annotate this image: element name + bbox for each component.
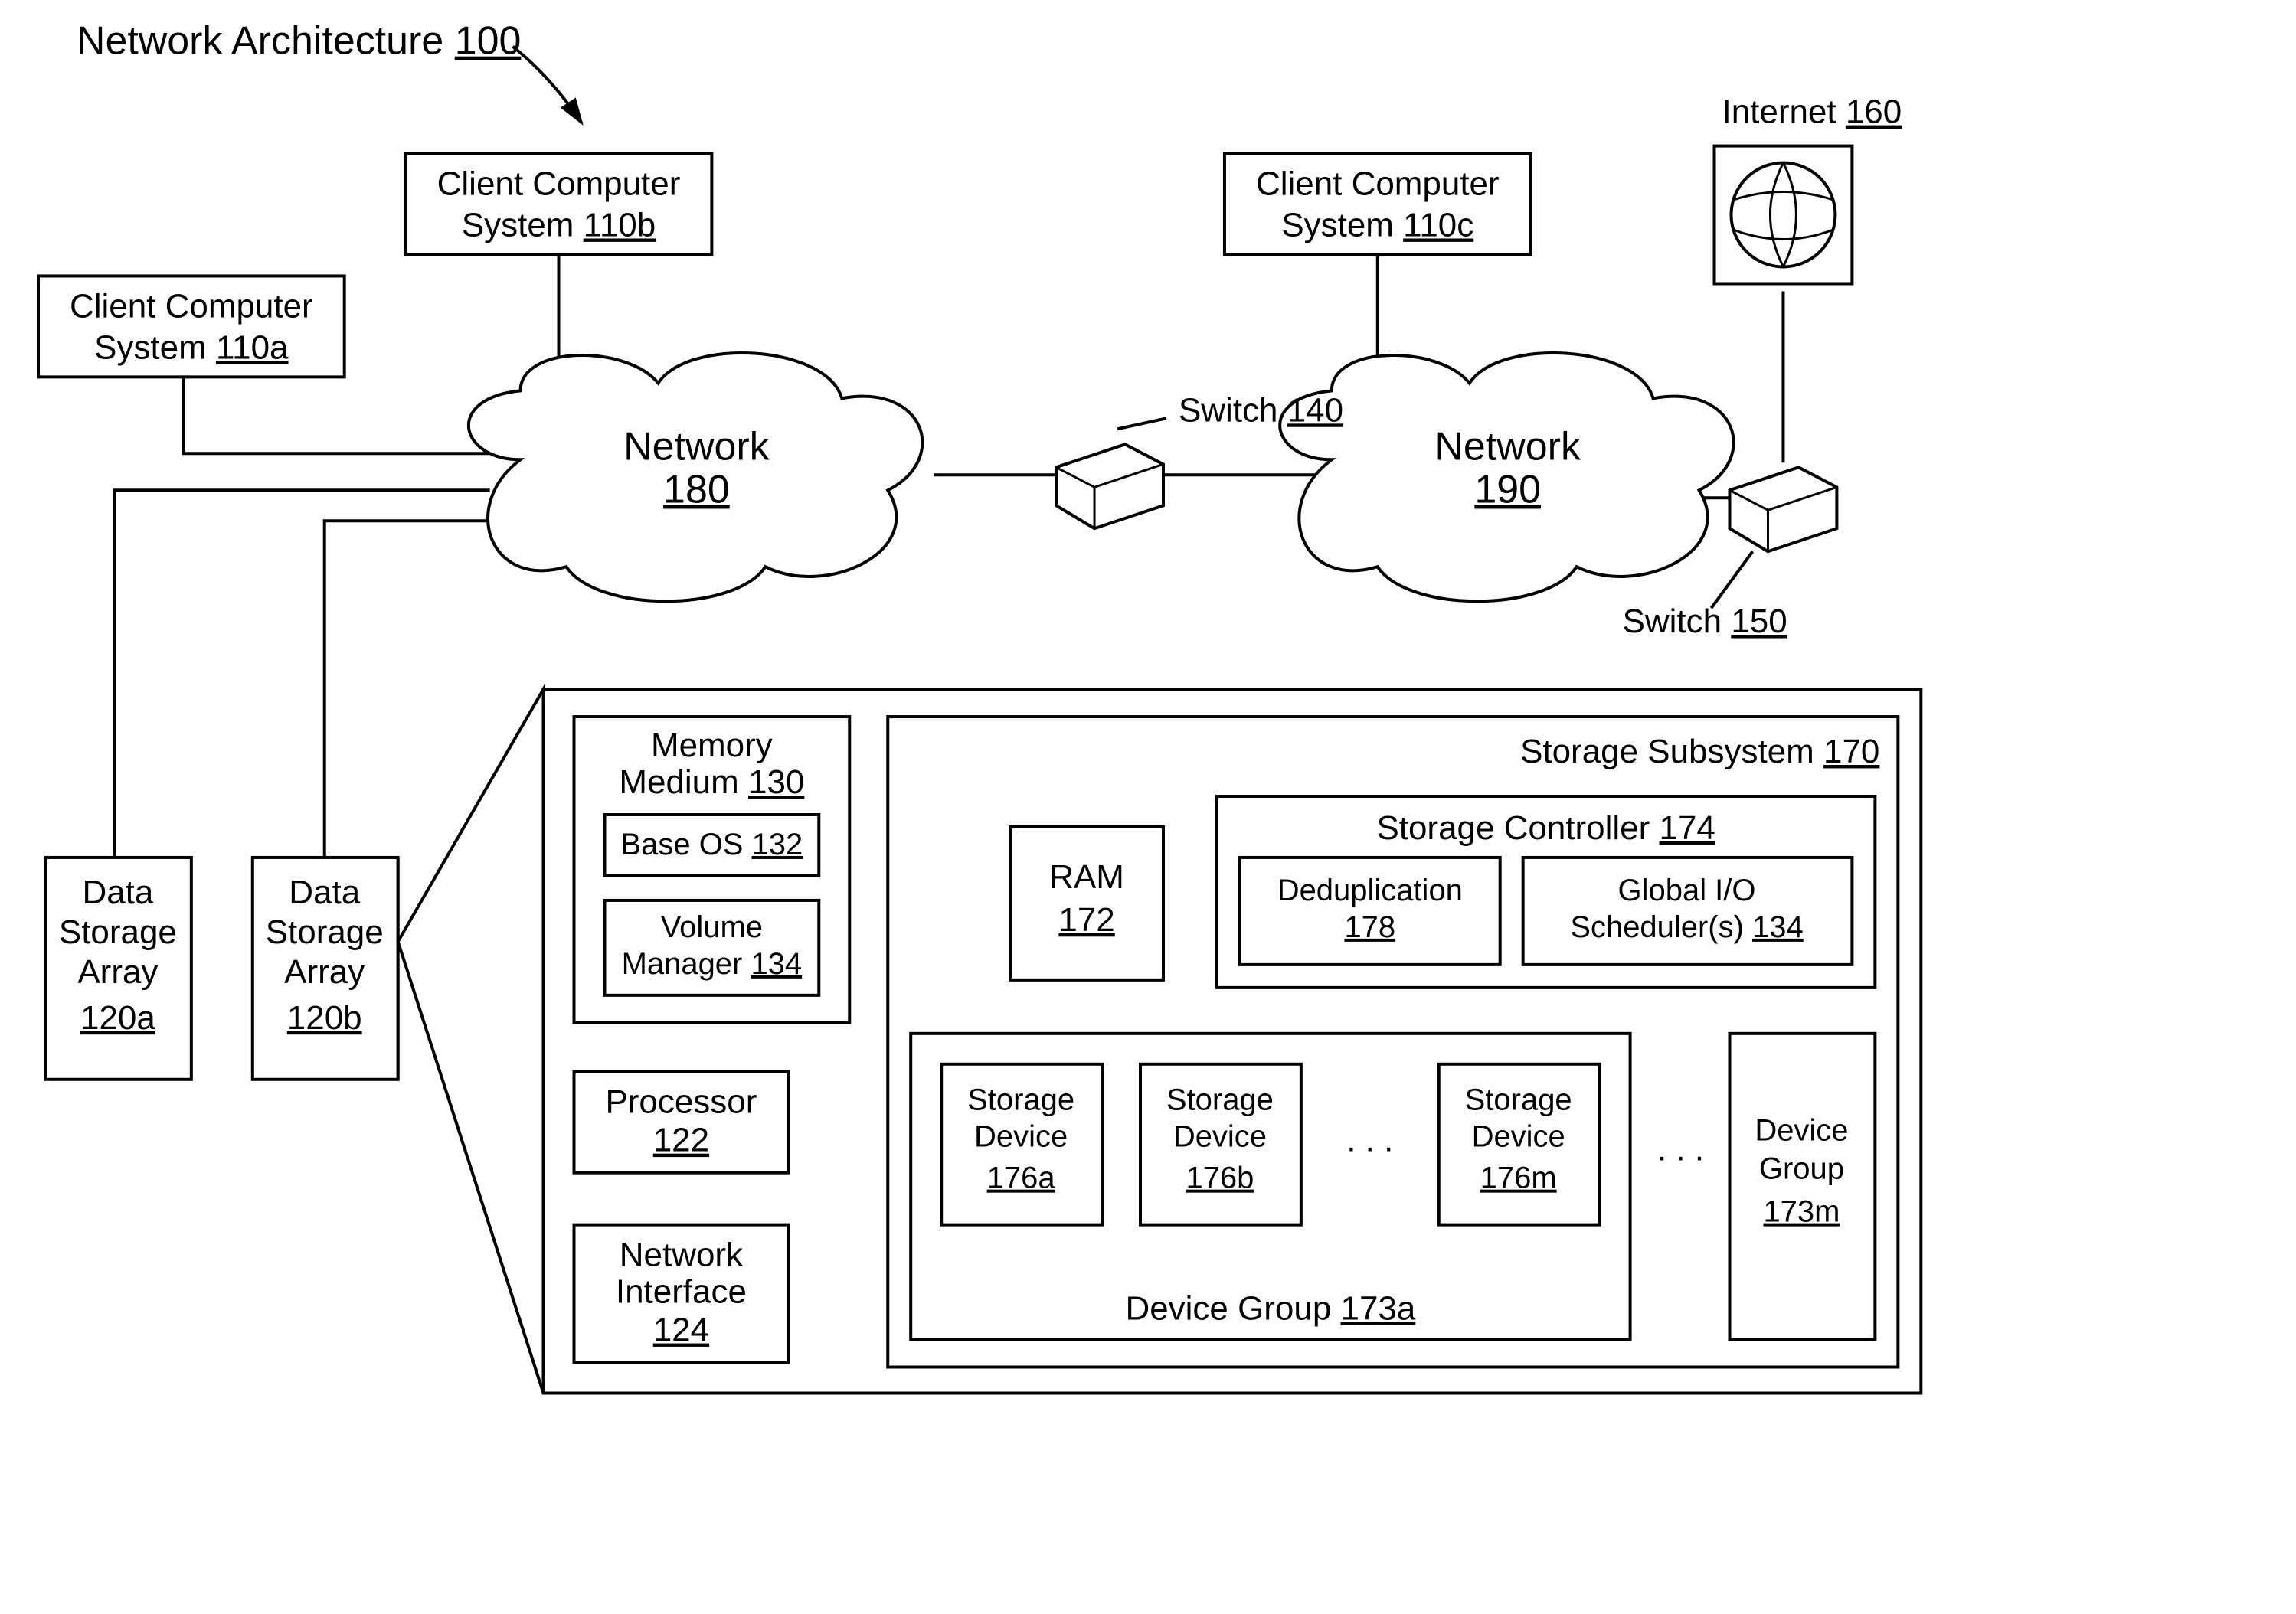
callout-wedge — [398, 689, 544, 1393]
network-190-cloud: Network 190 — [1280, 353, 1734, 601]
svg-text:Network: Network — [623, 424, 770, 469]
ellipsis-groups: . . . — [1657, 1131, 1704, 1168]
svg-text:Switch 150: Switch 150 — [1623, 603, 1787, 640]
ellipsis-devices: . . . — [1346, 1122, 1393, 1159]
svg-text:Data: Data — [289, 874, 360, 911]
svg-text:Network: Network — [620, 1237, 744, 1274]
svg-text:Storage: Storage — [1465, 1083, 1572, 1117]
svg-text:176b: 176b — [1186, 1161, 1254, 1195]
svg-text:Client Computer: Client Computer — [1256, 165, 1500, 203]
memory-medium: Memory Medium 130 Base OS 132 Volume Man… — [574, 717, 850, 1023]
svg-text:Array: Array — [284, 953, 365, 991]
processor: Processor 122 — [574, 1072, 789, 1173]
device-group-a: Device Group 173a Storage Device 176a St… — [911, 1034, 1630, 1340]
data-storage-array-a: Data Storage Array 120a — [46, 858, 191, 1080]
svg-text:RAM: RAM — [1049, 858, 1124, 896]
svg-text:Global I/O: Global I/O — [1618, 874, 1756, 907]
client-computer-b: Client Computer System 110b — [406, 154, 712, 255]
ram: RAM 172 — [1010, 827, 1163, 980]
svg-text:Deduplication: Deduplication — [1277, 874, 1463, 907]
data-storage-array-b: Data Storage Array 120b — [253, 858, 398, 1080]
svg-text:System 110a: System 110a — [94, 328, 289, 366]
svg-text:122: 122 — [653, 1122, 709, 1159]
svg-text:Medium 130: Medium 130 — [619, 763, 804, 801]
network-180-cloud: Network 180 — [469, 353, 923, 601]
svg-text:Volume: Volume — [661, 910, 763, 944]
svg-text:Client Computer: Client Computer — [70, 287, 313, 325]
diagram-title: Network Architecture 100 — [77, 19, 521, 64]
svg-text:Storage: Storage — [59, 913, 177, 951]
client-computer-c: Client Computer System 110c — [1225, 154, 1531, 255]
svg-text:System 110b: System 110b — [462, 206, 656, 243]
svg-text:120b: 120b — [287, 999, 362, 1037]
svg-text:Device: Device — [974, 1120, 1068, 1154]
svg-text:Storage Subsystem 170: Storage Subsystem 170 — [1520, 733, 1879, 770]
svg-text:Client Computer: Client Computer — [437, 165, 681, 203]
client-computer-a: Client Computer System 110a — [38, 276, 345, 377]
svg-text:Device: Device — [1173, 1120, 1267, 1154]
svg-text:Group: Group — [1759, 1152, 1844, 1186]
svg-text:180: 180 — [663, 467, 730, 511]
svg-text:Memory: Memory — [651, 727, 773, 764]
svg-text:120a: 120a — [80, 999, 155, 1037]
svg-text:Storage: Storage — [967, 1083, 1074, 1117]
svg-text:Manager 134: Manager 134 — [622, 947, 803, 981]
svg-text:173m: 173m — [1763, 1195, 1840, 1229]
svg-text:Storage: Storage — [1166, 1083, 1274, 1117]
device-group-m: Device Group 173m — [1729, 1034, 1875, 1340]
svg-text:Data: Data — [82, 874, 153, 911]
svg-text:Array: Array — [77, 953, 158, 991]
svg-text:Storage: Storage — [266, 913, 384, 951]
svg-text:Device: Device — [1472, 1120, 1565, 1154]
svg-text:Scheduler(s) 134: Scheduler(s) 134 — [1570, 910, 1803, 944]
svg-text:System 110c: System 110c — [1281, 206, 1473, 243]
svg-text:Switch 140: Switch 140 — [1179, 391, 1343, 429]
svg-text:124: 124 — [653, 1312, 709, 1349]
svg-text:190: 190 — [1474, 467, 1541, 511]
title-arrow — [513, 47, 582, 123]
svg-text:178: 178 — [1344, 910, 1395, 944]
svg-text:Processor: Processor — [605, 1083, 757, 1121]
svg-text:176m: 176m — [1480, 1161, 1557, 1195]
svg-text:Base OS 132: Base OS 132 — [621, 828, 803, 861]
svg-text:Network: Network — [1434, 424, 1581, 469]
svg-text:Interface: Interface — [616, 1273, 747, 1311]
internet-box: Internet 160 — [1715, 93, 1902, 284]
storage-controller: Storage Controller 174 Deduplication 178… — [1217, 796, 1875, 988]
svg-text:172: 172 — [1058, 901, 1114, 939]
network-interface: Network Interface 124 — [574, 1225, 789, 1363]
svg-text:176a: 176a — [987, 1161, 1056, 1195]
svg-text:Storage Controller 174: Storage Controller 174 — [1376, 809, 1715, 847]
svg-text:Internet 160: Internet 160 — [1722, 93, 1902, 131]
svg-text:Device: Device — [1755, 1114, 1848, 1148]
svg-text:Device Group 173a: Device Group 173a — [1125, 1290, 1415, 1328]
